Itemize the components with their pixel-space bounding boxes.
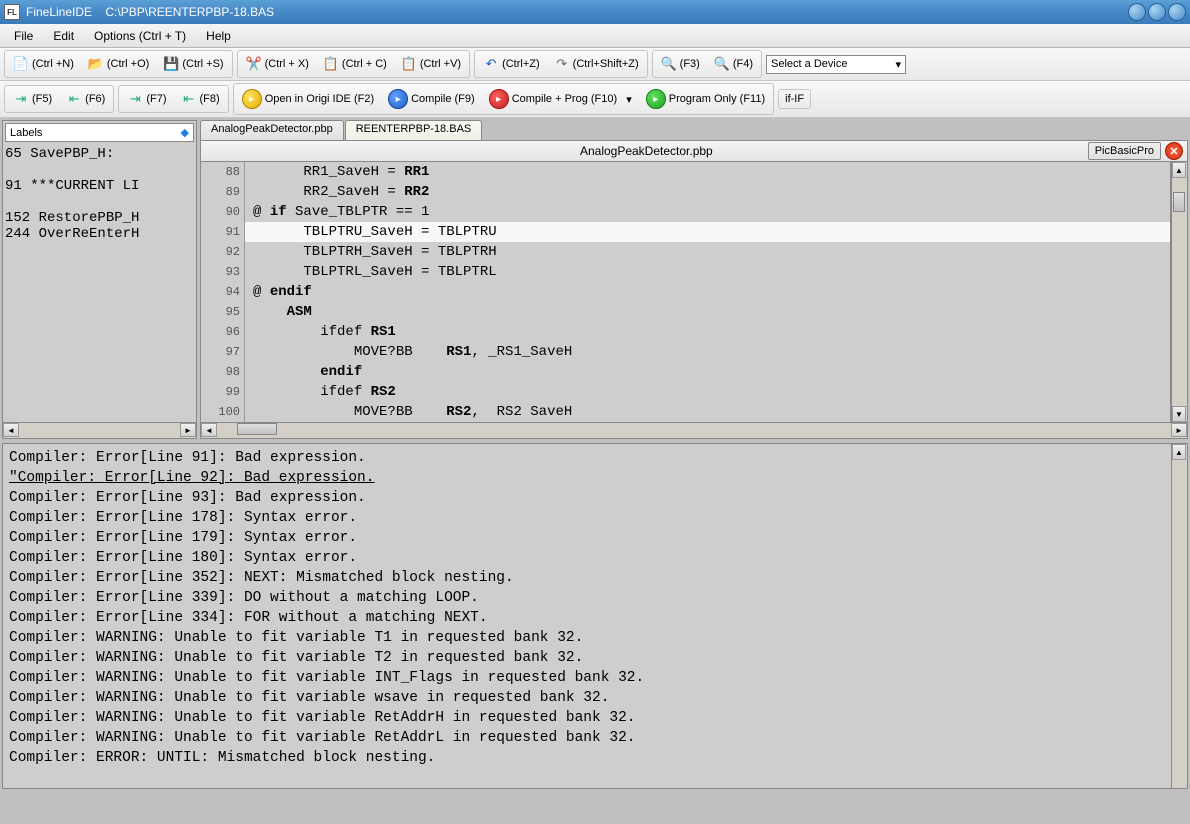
compile-button[interactable]: ▸Compile (F9) — [382, 85, 481, 113]
outdent-f6-button[interactable]: ⇤(F6) — [60, 87, 111, 111]
chevron-down-icon: ▾ — [895, 58, 901, 71]
left-panel: Labels◆ 65 SavePBP_H: 91 ***CURRENT LI 1… — [2, 120, 197, 439]
indent-f5-button[interactable]: ⇥(F5) — [7, 87, 58, 111]
scroll-up-button[interactable]: ▲ — [1172, 444, 1186, 460]
scroll-right-button[interactable]: ► — [180, 423, 196, 437]
find-button[interactable]: 🔍(F3) — [655, 52, 706, 76]
editor-v-scrollbar[interactable]: ▲ ▼ — [1171, 162, 1187, 422]
scroll-thumb[interactable] — [237, 423, 277, 435]
editor-h-scrollbar[interactable]: ◄ ► — [200, 423, 1188, 439]
indent-icon: ⇥ — [13, 91, 29, 107]
menubar: File Edit Options (Ctrl + T) Help — [0, 24, 1190, 48]
redo-icon: ↷ — [554, 56, 570, 72]
compile-icon: ▸ — [388, 89, 408, 109]
align2-icon: ⇤ — [181, 91, 197, 107]
chevron-down-icon: ◆ — [181, 126, 189, 139]
outdent-icon: ⇤ — [66, 91, 82, 107]
code-text[interactable]: RR1_SaveH = RR1 RR2_SaveH = RR2@ if Save… — [245, 162, 1170, 422]
undo-button[interactable]: ↶(Ctrl+Z) — [477, 52, 546, 76]
minimize-button[interactable] — [1128, 3, 1146, 21]
tab-reenterpbp[interactable]: REENTERPBP-18.BAS — [345, 120, 483, 140]
scroll-down-button[interactable]: ▼ — [1172, 406, 1186, 422]
save-button[interactable]: 💾(Ctrl +S) — [157, 52, 229, 76]
cut-icon: ✂️ — [246, 56, 262, 72]
scroll-thumb[interactable] — [1173, 192, 1185, 212]
find-next-button[interactable]: 🔍(F4) — [708, 52, 759, 76]
editor-header: AnalogPeakDetector.pbp PicBasicPro ✕ — [200, 140, 1188, 162]
output-panel: Compiler: Error[Line 91]: Bad expression… — [2, 443, 1188, 789]
workspace: Labels◆ 65 SavePBP_H: 91 ***CURRENT LI 1… — [0, 118, 1190, 441]
redo-button[interactable]: ↷(Ctrl+Shift+Z) — [548, 52, 645, 76]
code-area[interactable]: 888990919293949596979899100 RR1_SaveH = … — [200, 162, 1188, 423]
device-select[interactable]: Select a Device▾ — [766, 55, 906, 74]
cut-button[interactable]: ✂️(Ctrl + X) — [240, 52, 315, 76]
toolbar-1: 📄(Ctrl +N) 📂(Ctrl +O) 💾(Ctrl +S) ✂️(Ctrl… — [0, 48, 1190, 81]
tab-analogpeak[interactable]: AnalogPeakDetector.pbp — [200, 120, 344, 140]
paste-icon: 📋 — [401, 56, 417, 72]
close-tab-button[interactable]: ✕ — [1165, 142, 1183, 160]
output-v-scrollbar[interactable]: ▲ — [1171, 444, 1187, 788]
save-icon: 💾 — [163, 56, 179, 72]
open-ide-button[interactable]: ▸Open in Origi IDE (F2) — [236, 85, 380, 113]
left-h-scrollbar[interactable]: ◄ ► — [3, 422, 196, 438]
f8-button[interactable]: ⇤(F8) — [175, 87, 226, 111]
scroll-up-button[interactable]: ▲ — [1172, 162, 1186, 178]
search-icon: 🔍 — [661, 56, 677, 72]
app-title: FineLineIDE C:\PBP\REENTERPBP-18.BAS — [26, 5, 274, 19]
program-icon: ▸ — [646, 89, 666, 109]
scroll-left-button[interactable]: ◄ — [201, 423, 217, 437]
editor-filename: AnalogPeakDetector.pbp — [205, 144, 1088, 158]
undo-icon: ↶ — [483, 56, 499, 72]
file-tabs: AnalogPeakDetector.pbp REENTERPBP-18.BAS — [200, 120, 1188, 140]
open-icon: 📂 — [88, 56, 104, 72]
if-label: if-IF — [778, 89, 811, 109]
close-window-button[interactable] — [1168, 3, 1186, 21]
scroll-left-button[interactable]: ◄ — [3, 423, 19, 437]
compile-prog-button[interactable]: ▸Compile + Prog (F10) ▾ — [483, 85, 638, 113]
menu-file[interactable]: File — [4, 25, 43, 47]
f7-button[interactable]: ⇥(F7) — [121, 87, 172, 111]
new-button[interactable]: 📄(Ctrl +N) — [7, 52, 80, 76]
compiler-output[interactable]: Compiler: Error[Line 91]: Bad expression… — [3, 444, 1171, 788]
menu-help[interactable]: Help — [196, 25, 241, 47]
new-icon: 📄 — [13, 56, 29, 72]
paste-button[interactable]: 📋(Ctrl +V) — [395, 52, 467, 76]
program-only-button[interactable]: ▸Program Only (F11) — [640, 85, 771, 113]
scroll-right-button[interactable]: ► — [1171, 423, 1187, 437]
line-gutter: 888990919293949596979899100 — [201, 162, 245, 422]
open-button[interactable]: 📂(Ctrl +O) — [82, 52, 155, 76]
app-icon: FL — [4, 4, 20, 20]
labels-dropdown[interactable]: Labels◆ — [5, 123, 194, 142]
compile-prog-icon: ▸ — [489, 89, 509, 109]
editor-panel: AnalogPeakDetector.pbp REENTERPBP-18.BAS… — [200, 120, 1188, 439]
labels-list[interactable]: 65 SavePBP_H: 91 ***CURRENT LI 152 Resto… — [3, 144, 196, 422]
copy-icon: 📋 — [323, 56, 339, 72]
chevron-down-icon[interactable]: ▾ — [626, 93, 632, 106]
language-badge[interactable]: PicBasicPro — [1088, 142, 1161, 160]
menu-edit[interactable]: Edit — [43, 25, 84, 47]
open-ide-icon: ▸ — [242, 89, 262, 109]
menu-options[interactable]: Options (Ctrl + T) — [84, 25, 196, 47]
search-next-icon: 🔍 — [714, 56, 730, 72]
align-icon: ⇥ — [127, 91, 143, 107]
copy-button[interactable]: 📋(Ctrl + C) — [317, 52, 393, 76]
titlebar: FL FineLineIDE C:\PBP\REENTERPBP-18.BAS — [0, 0, 1190, 24]
toolbar-2: ⇥(F5) ⇤(F6) ⇥(F7) ⇤(F8) ▸Open in Origi I… — [0, 81, 1190, 118]
maximize-button[interactable] — [1148, 3, 1166, 21]
